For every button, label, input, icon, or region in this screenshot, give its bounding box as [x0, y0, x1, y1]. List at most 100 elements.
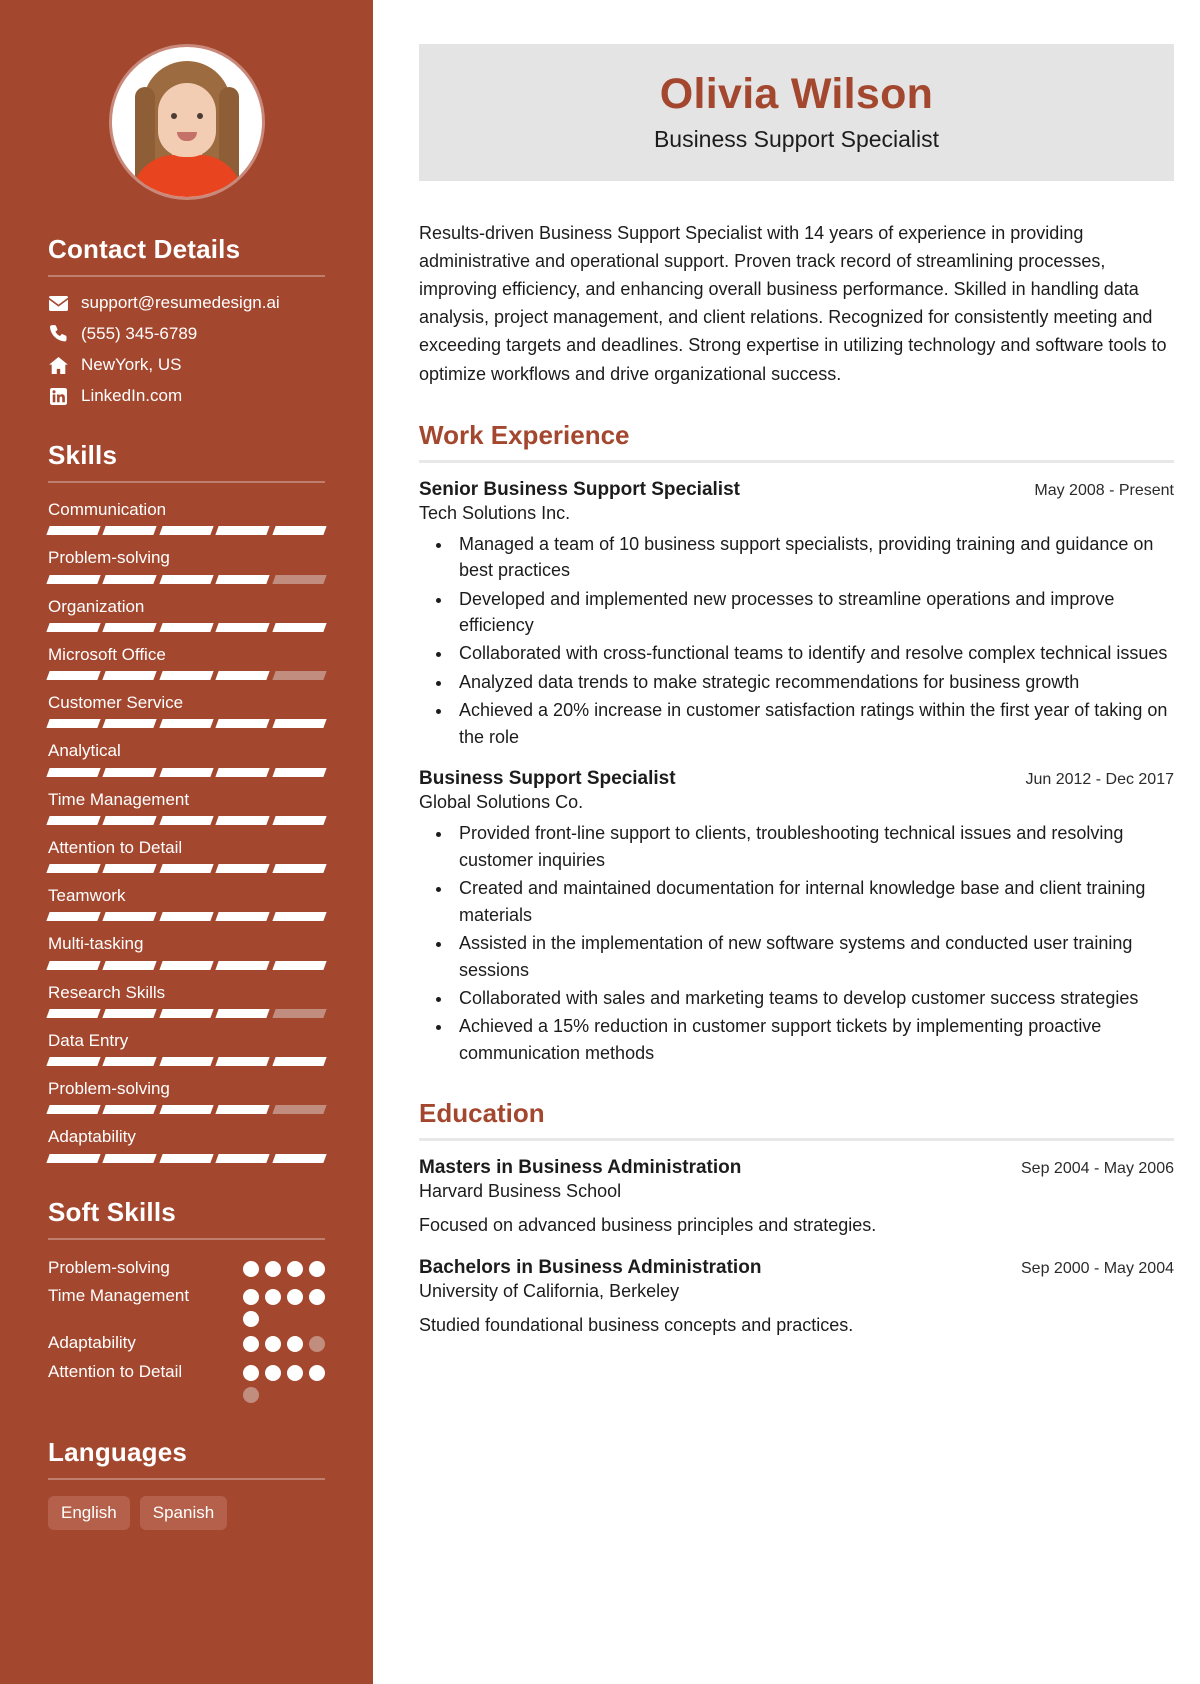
avatar-mouth [176, 132, 197, 141]
skill-segment [271, 1105, 327, 1115]
skill-segment [159, 526, 214, 536]
education-degree: Masters in Business Administration [419, 1157, 742, 1179]
work-entry-header: Business Support Specialist Jun 2012 - De… [419, 768, 1174, 790]
education-entries: Masters in Business Administration Sep 20… [419, 1157, 1174, 1339]
education-description: Studied foundational business concepts a… [419, 1315, 854, 1336]
resume-page: Contact Details support@resumedesign.ai (… [0, 0, 1200, 1684]
skill-segment [46, 767, 102, 777]
rating-dot [243, 1289, 259, 1306]
language-chip[interactable]: Spanish [139, 1495, 228, 1530]
education-entry-header: Masters in Business Administration Sep 20… [419, 1157, 1174, 1179]
contact-value: LinkedIn.com [81, 386, 183, 405]
contact-row[interactable]: support@resumedesign.ai [48, 293, 325, 313]
skill-segment [215, 864, 271, 873]
soft-skills-heading: Soft Skills [48, 1196, 176, 1227]
soft-skills-list: Problem-solving Time Management Adaptabili… [48, 1256, 325, 1403]
skill-label: Problem-solving [48, 548, 170, 568]
skill-segment [46, 864, 102, 873]
work-entry-bullets: Managed a team of 10 business support sp… [419, 531, 1174, 751]
rating-dot [287, 1364, 303, 1381]
skill-item: Organization [46, 596, 327, 632]
skill-level-bar [46, 1105, 327, 1115]
rating-dot [309, 1364, 325, 1381]
education-entry: Bachelors in Business Administration Sep … [419, 1257, 1174, 1339]
skill-item: Adaptability [46, 1126, 327, 1163]
work-entry-date: May 2008 - Present [1034, 481, 1174, 499]
work-entry-date: Jun 2012 - Dec 2017 [1025, 771, 1174, 789]
skill-segment [271, 767, 327, 777]
page-title: Olivia Wilson [659, 70, 934, 118]
rating-dot [287, 1260, 303, 1277]
skill-level-bar [46, 1153, 327, 1163]
skill-item: Time Management [46, 789, 327, 825]
skill-segment [159, 671, 214, 680]
skill-segment [159, 767, 214, 777]
education-date: Sep 2000 - May 2004 [1021, 1260, 1174, 1278]
skill-segment [271, 622, 327, 632]
work-entry: Business Support Specialist Jun 2012 - De… [419, 768, 1174, 1066]
skill-segment [215, 767, 271, 777]
skill-level-bar [46, 912, 327, 922]
skill-label: Multi-tasking [48, 934, 144, 954]
skill-level-bar [46, 574, 327, 584]
work-entry-company: Tech Solutions Inc. [419, 502, 571, 523]
skill-segment [215, 1008, 271, 1018]
language-chip[interactable]: English [48, 1495, 130, 1530]
list-item: Managed a team of 10 business support sp… [453, 531, 1174, 584]
rating-dot [287, 1336, 303, 1353]
contact-row[interactable]: LinkedIn.com [48, 386, 325, 406]
main-content: Olivia Wilson Business Support Specialis… [373, 0, 1200, 1684]
skill-segment [215, 719, 271, 729]
rating-dot [287, 1289, 303, 1306]
education-description: Focused on advanced business principles … [419, 1215, 877, 1236]
skill-label: Microsoft Office [48, 644, 166, 664]
avatar-eye-right [196, 113, 203, 119]
skill-label: Communication [48, 500, 167, 519]
skill-segment [215, 1153, 271, 1163]
work-entry: Senior Business Support Specialist May 20… [419, 479, 1174, 751]
rating-dot [309, 1336, 325, 1353]
education-institution: Harvard Business School [419, 1181, 622, 1202]
contact-value: support@resumedesign.ai [81, 293, 280, 312]
contact-heading: Contact Details [48, 234, 241, 264]
skill-segment [46, 912, 102, 922]
skill-segment [46, 574, 102, 584]
contact-row[interactable]: NewYork, US [48, 355, 325, 375]
contact-row[interactable]: (555) 345-6789 [48, 324, 325, 344]
skill-label: Problem-solving [48, 1079, 170, 1098]
soft-skill-label: Attention to Detail [48, 1361, 183, 1381]
skill-segment [159, 622, 214, 632]
soft-skills-divider [48, 1237, 325, 1240]
skill-segment [159, 815, 214, 825]
education-institution: University of California, Berkeley [419, 1281, 680, 1302]
skill-segment [159, 1008, 214, 1018]
skill-item: Microsoft Office [46, 644, 327, 680]
skill-segment [102, 1105, 158, 1115]
skill-segment [215, 671, 271, 680]
soft-skill-label: Problem-solving [48, 1257, 170, 1277]
list-item: Provided front-line support to clients, … [453, 820, 1174, 873]
skill-label: Customer Service [48, 693, 184, 712]
avatar-face [157, 83, 216, 157]
soft-skill-label: Adaptability [48, 1333, 136, 1353]
skill-segment [46, 1008, 102, 1018]
work-heading: Work Experience [419, 419, 630, 450]
soft-skill-rating [243, 1360, 325, 1403]
soft-skill-rating [243, 1331, 325, 1353]
skill-label: Data Entry [48, 1030, 129, 1050]
avatar [108, 44, 265, 200]
languages-list: English Spanish [48, 1495, 325, 1530]
skill-label: Time Management [48, 789, 190, 809]
rating-dot [243, 1336, 259, 1353]
skill-item: Research Skills [46, 982, 327, 1018]
skill-segment [271, 864, 327, 873]
rating-dot [309, 1260, 325, 1277]
education-date: Sep 2004 - May 2006 [1021, 1160, 1174, 1178]
skill-segment [215, 1057, 271, 1066]
skill-item: Analytical [46, 740, 327, 777]
education-entry: Masters in Business Administration Sep 20… [419, 1157, 1174, 1239]
skill-segment [102, 767, 158, 777]
skill-segment [102, 864, 158, 873]
work-entry-company: Global Solutions Co. [419, 792, 584, 813]
skill-segment [215, 526, 271, 536]
